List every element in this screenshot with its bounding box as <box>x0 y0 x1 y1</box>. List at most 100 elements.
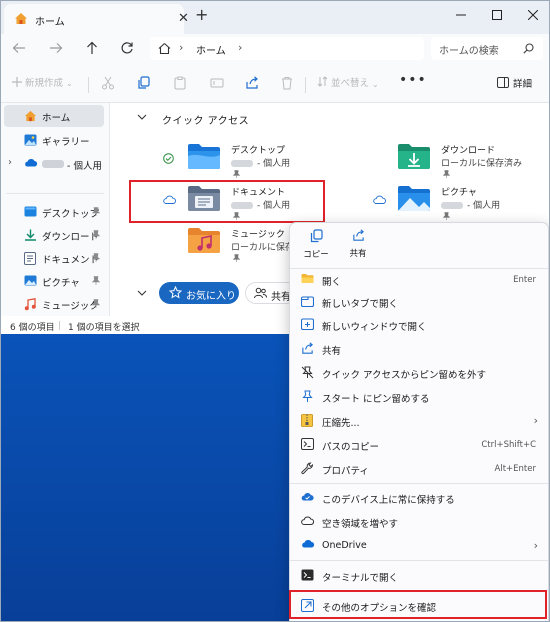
back-button[interactable] <box>12 41 30 57</box>
sidebar-item-downloads[interactable]: ダウンロード <box>4 224 104 246</box>
menu-item-open-terminal[interactable]: ターミナルで開く <box>292 565 546 587</box>
account-name-redacted <box>441 202 463 209</box>
sort-label: 並べ替え <box>331 78 370 89</box>
arrow-left-icon <box>12 43 25 53</box>
chevron-down-icon[interactable] <box>137 290 147 296</box>
menu-item-open[interactable]: 開く Enter <box>292 269 546 291</box>
divider <box>290 560 548 561</box>
synced-check-icon <box>163 153 174 164</box>
rename-icon[interactable] <box>210 76 224 90</box>
sidebar-item-documents[interactable]: ドキュメント <box>4 247 104 269</box>
menu-item-share[interactable]: 共有 <box>292 338 546 360</box>
documents-folder-icon <box>24 252 36 265</box>
onedrive-icon <box>301 539 315 548</box>
sidebar-item-onedrive[interactable]: › - 個人用 <box>4 153 104 175</box>
gallery-icon <box>24 134 37 146</box>
menu-item-copy-path[interactable]: パスのコピー Ctrl+Shift+C <box>292 434 546 456</box>
cloud-icon <box>301 515 314 525</box>
more-options-button[interactable]: ••• <box>399 73 427 87</box>
maximize-button[interactable] <box>482 4 512 26</box>
sidebar-item-label: - 個人用 <box>67 161 102 172</box>
forward-button[interactable] <box>49 41 67 57</box>
folder-tile-downloads[interactable]: ダウンロード ローカルに保存済み <box>373 142 550 180</box>
share-icon <box>352 229 364 241</box>
menu-item-properties[interactable]: プロパティ Alt+Enter <box>292 458 546 480</box>
search-box[interactable]: ホームの検索 <box>431 37 543 60</box>
close-window-button[interactable] <box>518 4 548 26</box>
sidebar-item-gallery[interactable]: ギャラリー <box>4 129 104 151</box>
sidebar-item-label: デスクトップ <box>42 209 100 220</box>
sidebar-item-music[interactable]: ミュージック <box>4 293 104 315</box>
arrow-right-icon <box>50 43 63 53</box>
new-tab-icon[interactable]: + <box>195 7 208 23</box>
pin-icon[interactable] <box>92 299 100 308</box>
new-label: 新規作成 <box>25 78 64 89</box>
pin-icon[interactable] <box>92 230 100 239</box>
sort-button[interactable]: 並べ替え ⌄ <box>317 76 379 90</box>
folder-tile-desktop[interactable]: デスクトップ - 個人用 <box>163 142 343 180</box>
address-bar[interactable]: › ホーム › <box>150 37 424 60</box>
menu-item-pin-to-start[interactable]: スタート にピン留めする <box>292 386 546 408</box>
home-icon <box>24 110 37 122</box>
chevron-right-icon: › <box>533 539 538 552</box>
up-button[interactable] <box>85 41 103 57</box>
pin-icon <box>443 212 450 220</box>
cut-icon[interactable] <box>101 76 115 90</box>
navigation-pane: ホーム ギャラリー › - 個人用 デスクトップ ダウンロード ドキュメント ピ… <box>0 103 110 316</box>
pin-icon[interactable] <box>92 207 100 216</box>
refresh-button[interactable] <box>120 41 138 57</box>
folder-location: - 個人用 <box>441 198 500 211</box>
folder-name: デスクトップ <box>231 146 286 156</box>
divider <box>290 483 548 484</box>
share-icon[interactable] <box>245 76 259 90</box>
download-folder-icon <box>397 142 431 170</box>
account-name-redacted <box>231 160 253 167</box>
folder-name: ミュージック <box>231 230 285 240</box>
quick-access-header[interactable]: クイック アクセス <box>162 112 249 127</box>
pin-icon <box>443 170 450 178</box>
menu-item-free-up-space[interactable]: 空き領域を増やす <box>292 511 546 533</box>
chevron-down-icon[interactable] <box>137 114 147 120</box>
menu-item-open-new-window[interactable]: 新しいウィンドウで開く <box>292 314 546 336</box>
breadcrumb-chevron-icon[interactable]: › <box>179 41 183 54</box>
breadcrumb-home[interactable]: ホーム <box>196 42 226 57</box>
unpin-icon <box>301 366 314 379</box>
delete-icon[interactable] <box>280 76 294 90</box>
copy-button[interactable]: コピー <box>296 229 336 265</box>
breadcrumb-chevron-icon[interactable]: › <box>238 41 242 54</box>
tab-home[interactable]: ホーム ✕ <box>4 4 189 34</box>
pin-icon[interactable] <box>92 253 100 262</box>
sidebar-item-label: ピクチャ <box>42 278 80 289</box>
details-pane-icon <box>497 77 509 88</box>
share-button[interactable]: 共有 <box>338 229 378 265</box>
menu-item-open-new-tab[interactable]: 新しいタブで開く <box>292 291 546 313</box>
download-folder-icon <box>24 229 37 241</box>
sidebar-item-label: ドキュメント <box>42 255 100 266</box>
desktop-folder-icon <box>187 142 221 170</box>
pin-icon[interactable] <box>92 276 100 285</box>
search-icon <box>523 43 534 54</box>
divider <box>88 77 89 93</box>
pin-icon <box>233 170 240 178</box>
close-tab-icon[interactable]: ✕ <box>178 12 189 26</box>
home-icon <box>158 42 171 55</box>
details-button[interactable]: 詳細 <box>497 76 532 90</box>
new-button[interactable]: 新規作成 ⌄ <box>12 76 73 90</box>
menu-item-keep-on-device[interactable]: このデバイス上に常に保持する <box>292 487 546 509</box>
plus-icon <box>12 77 22 87</box>
menu-item-onedrive[interactable]: OneDrive › <box>292 535 546 557</box>
minimize-button[interactable] <box>446 4 476 26</box>
folder-tile-pictures[interactable]: ピクチャ - 個人用 <box>373 184 550 222</box>
sidebar-item-home[interactable]: ホーム <box>4 105 104 127</box>
people-icon <box>254 287 267 299</box>
paste-icon[interactable] <box>173 76 187 90</box>
sidebar-item-pictures[interactable]: ピクチャ <box>4 270 104 292</box>
chevron-right-icon[interactable]: › <box>8 157 12 168</box>
pictures-folder-icon <box>397 184 431 212</box>
favorites-filter-button[interactable]: お気に入り <box>159 282 239 304</box>
copy-path-icon <box>301 438 314 450</box>
menu-item-compress-to[interactable]: 圧縮先... › <box>292 410 546 432</box>
menu-item-unpin-quick-access[interactable]: クイック アクセスからピン留めを外す <box>292 362 546 384</box>
sidebar-item-desktop[interactable]: デスクトップ <box>4 201 104 223</box>
copy-icon[interactable] <box>137 76 151 90</box>
